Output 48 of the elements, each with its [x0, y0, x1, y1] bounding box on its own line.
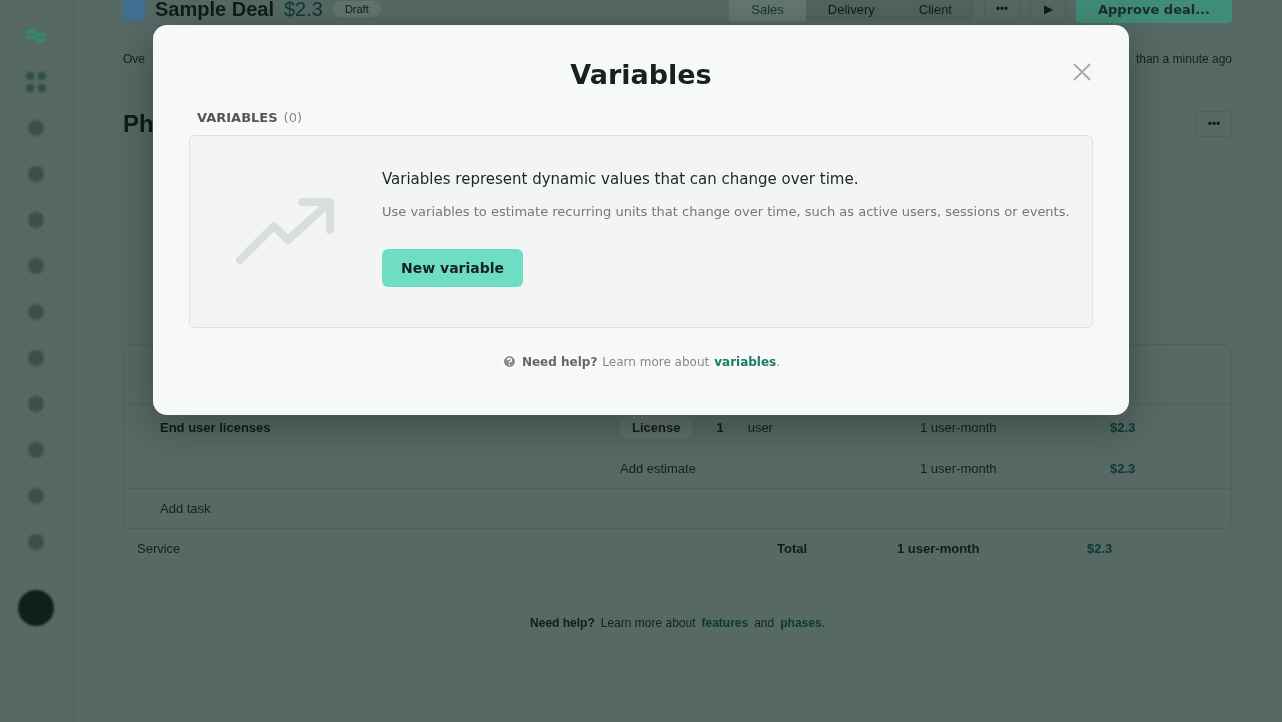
- variable-count: (0): [283, 110, 302, 125]
- total-price: $2.3: [1087, 541, 1114, 556]
- deal-icon: [123, 0, 145, 20]
- updated-time: than a minute ago: [1135, 52, 1232, 66]
- add-service-link[interactable]: Service: [137, 541, 181, 556]
- estimate-tag[interactable]: License: [620, 416, 693, 439]
- close-button[interactable]: [1071, 61, 1093, 83]
- empty-description: Use variables to estimate recurring units that change over time, such as active users, sessions or events.: [382, 204, 1070, 219]
- approve-button[interactable]: Approve deal...: [1076, 0, 1232, 23]
- help-text: and: [754, 616, 775, 630]
- total-label: Total: [777, 541, 809, 556]
- play-button[interactable]: ▶: [1030, 0, 1066, 22]
- view-tab[interactable]: Client: [896, 0, 974, 21]
- duration: 1 user-month: [920, 420, 998, 435]
- total-duration: 1 user-month: [897, 541, 981, 556]
- status-badge: Draft: [332, 1, 381, 17]
- features-link[interactable]: features: [701, 616, 749, 630]
- avatar-logo-icon[interactable]: [18, 590, 54, 626]
- deal-amount: $2.3: [283, 0, 323, 21]
- unit: user: [747, 420, 773, 435]
- task-name: End user licenses: [160, 420, 272, 435]
- section-title: Ph: [123, 110, 154, 138]
- price: $2.3: [1110, 420, 1137, 435]
- add-estimate-link[interactable]: Add estimate: [620, 461, 696, 476]
- duration: 1 user-month: [920, 461, 998, 476]
- deal-title: Sample Deal: [155, 0, 274, 21]
- more-button[interactable]: •••: [984, 0, 1020, 22]
- help-text: Learn more about: [602, 354, 710, 369]
- new-variable-button[interactable]: New variable: [382, 249, 524, 287]
- dialog-title: Variables: [570, 59, 712, 90]
- help-icon: [501, 354, 517, 369]
- overview-label: Ove: [123, 52, 145, 66]
- section-label: VARIABLES: [197, 110, 278, 125]
- help-text: .: [821, 616, 825, 630]
- empty-heading: Variables represent dynamic values that can change over time.: [382, 170, 859, 188]
- view-tab[interactable]: Sales: [729, 0, 806, 21]
- grid-icon[interactable]: [24, 70, 48, 94]
- help-text: .: [776, 354, 781, 369]
- phases-link[interactable]: phases: [780, 616, 822, 630]
- price: $2.3: [1110, 461, 1137, 476]
- more-button[interactable]: •••: [1196, 111, 1232, 137]
- help-lead: Need help?: [521, 354, 598, 369]
- help-text: Learn more about: [600, 616, 696, 630]
- add-task-link[interactable]: Add task: [160, 501, 211, 516]
- trend-up-icon: [236, 196, 336, 266]
- help-lead: Need help?: [530, 616, 595, 630]
- view-tab[interactable]: Delivery: [805, 0, 897, 21]
- quantity: 1: [716, 420, 724, 435]
